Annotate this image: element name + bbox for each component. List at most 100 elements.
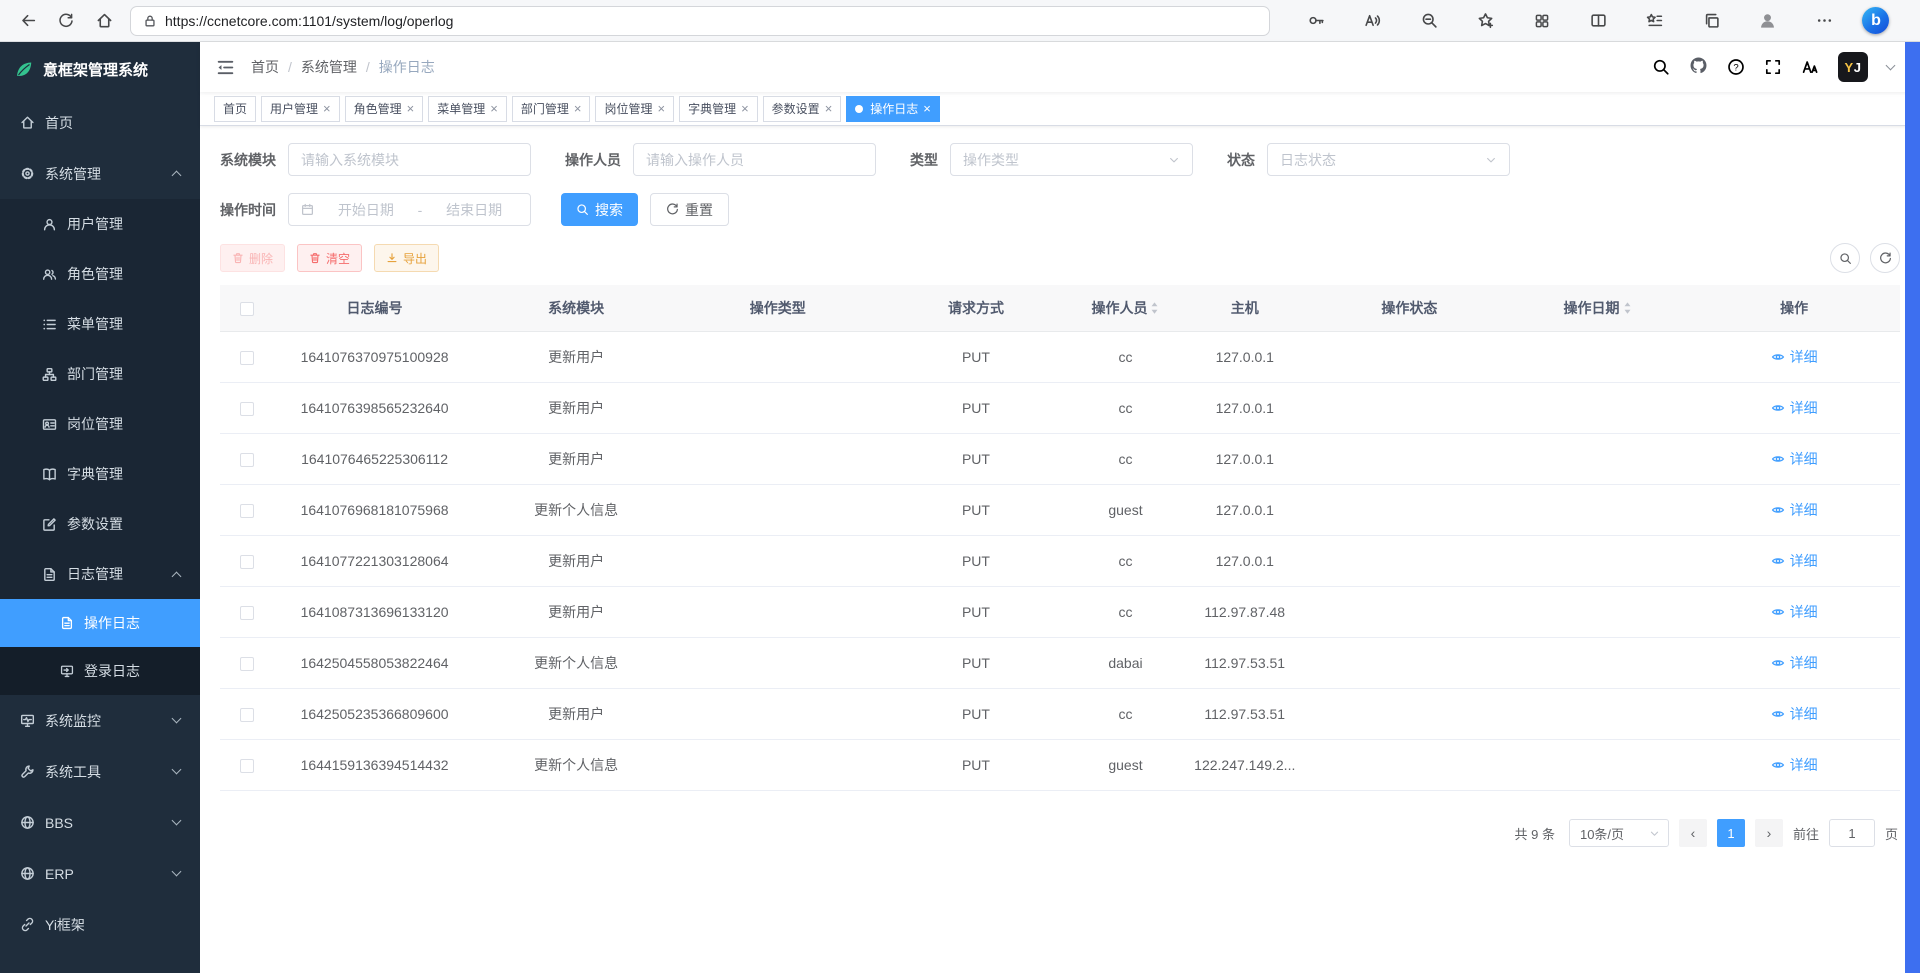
- font-size-button[interactable]: [1801, 58, 1819, 76]
- breadcrumb-system-mgmt[interactable]: 系统管理: [301, 57, 357, 77]
- app-logo[interactable]: 意框架管理系统: [0, 42, 200, 97]
- read-aloud-button[interactable]: [1355, 5, 1391, 37]
- close-tab-icon[interactable]: ×: [574, 102, 582, 115]
- add-favorite-button[interactable]: [1468, 5, 1504, 37]
- sidebar-item-system[interactable]: 系统管理: [0, 148, 200, 199]
- tab-home[interactable]: 首页: [214, 96, 256, 122]
- collections-button[interactable]: [1693, 5, 1729, 37]
- close-tab-icon[interactable]: ×: [657, 102, 665, 115]
- sidebar-item-dict-mgmt[interactable]: 字典管理: [0, 449, 200, 499]
- type-select[interactable]: 操作类型: [950, 143, 1193, 176]
- next-page-button[interactable]: ›: [1755, 819, 1783, 847]
- detail-link[interactable]: 详细: [1771, 704, 1818, 724]
- github-button[interactable]: [1689, 56, 1708, 78]
- sidebar-item-param-settings[interactable]: 参数设置: [0, 499, 200, 549]
- search-button[interactable]: 搜索: [561, 193, 638, 226]
- sidebar-item-log-mgmt[interactable]: 日志管理: [0, 549, 200, 599]
- tab-role-mgmt[interactable]: 角色管理×: [345, 96, 424, 122]
- column-operator[interactable]: 操作人员: [1073, 285, 1177, 332]
- browser-home-button[interactable]: [86, 5, 122, 37]
- row-checkbox[interactable]: [240, 657, 254, 671]
- close-tab-icon[interactable]: ×: [407, 102, 415, 115]
- reset-button[interactable]: 重置: [650, 193, 729, 226]
- favorites-button[interactable]: [1637, 5, 1673, 37]
- sidebar-item-system-tools[interactable]: 系统工具: [0, 746, 200, 797]
- sidebar-item-user-mgmt[interactable]: 用户管理: [0, 199, 200, 249]
- tab-dept-mgmt[interactable]: 部门管理×: [512, 96, 591, 122]
- table-row[interactable]: 1641076370975100928 更新用户 PUT cc 127.0.0.…: [220, 332, 1900, 383]
- zoom-out-button[interactable]: [1411, 5, 1447, 37]
- page-size-select[interactable]: 10条/页: [1569, 819, 1669, 847]
- close-tab-icon[interactable]: ×: [323, 102, 331, 115]
- row-checkbox[interactable]: [240, 555, 254, 569]
- clear-button[interactable]: 清空: [297, 244, 362, 272]
- password-key-button[interactable]: [1298, 5, 1334, 37]
- refresh-table-button[interactable]: [1870, 243, 1900, 273]
- tab-operation-log[interactable]: 操作日志×: [846, 96, 940, 122]
- table-row[interactable]: 1642505235366809600 更新用户 PUT cc 112.97.5…: [220, 689, 1900, 740]
- sidebar-item-bbs[interactable]: BBS: [0, 797, 200, 848]
- toggle-search-button[interactable]: [1830, 243, 1860, 273]
- detail-link[interactable]: 详细: [1771, 347, 1818, 367]
- sort-carets-icon[interactable]: [1623, 301, 1632, 315]
- table-row[interactable]: 1641077221303128064 更新用户 PUT cc 127.0.0.…: [220, 536, 1900, 587]
- extensions-button[interactable]: [1524, 5, 1560, 37]
- table-row[interactable]: 1641076398565232640 更新用户 PUT cc 127.0.0.…: [220, 383, 1900, 434]
- tab-post-mgmt[interactable]: 岗位管理×: [595, 96, 674, 122]
- close-tab-icon[interactable]: ×: [490, 102, 498, 115]
- sidebar-item-post-mgmt[interactable]: 岗位管理: [0, 399, 200, 449]
- sidebar-item-yi-framework[interactable]: Yi框架: [0, 899, 200, 950]
- chevron-down-icon[interactable]: [1886, 60, 1896, 70]
- collapse-sidebar-button[interactable]: [216, 58, 235, 77]
- header-search-button[interactable]: [1652, 58, 1670, 76]
- column-date[interactable]: 操作日期: [1507, 285, 1688, 332]
- table-row[interactable]: 1644159136394514432 更新个人信息 PUT guest 122…: [220, 740, 1900, 791]
- close-tab-icon[interactable]: ×: [923, 102, 931, 115]
- table-row[interactable]: 1642504558053822464 更新个人信息 PUT dabai 112…: [220, 638, 1900, 689]
- detail-link[interactable]: 详细: [1771, 449, 1818, 469]
- module-input[interactable]: [288, 143, 531, 176]
- detail-link[interactable]: 详细: [1771, 755, 1818, 775]
- fullscreen-button[interactable]: [1764, 58, 1782, 76]
- address-bar[interactable]: https://ccnetcore.com:1101/system/log/op…: [130, 6, 1270, 36]
- close-tab-icon[interactable]: ×: [825, 102, 833, 115]
- row-checkbox[interactable]: [240, 402, 254, 416]
- sidebar-item-login-log[interactable]: 登录日志: [0, 647, 200, 695]
- date-range-picker[interactable]: 开始日期 - 结束日期: [288, 193, 531, 226]
- browser-refresh-button[interactable]: [48, 5, 84, 37]
- browser-menu-button[interactable]: [1806, 5, 1842, 37]
- sidebar-item-role-mgmt[interactable]: 角色管理: [0, 249, 200, 299]
- breadcrumb-home[interactable]: 首页: [251, 57, 279, 77]
- help-button[interactable]: ?: [1727, 58, 1745, 76]
- sidebar-item-home[interactable]: 首页: [0, 97, 200, 148]
- page-1-button[interactable]: 1: [1717, 819, 1745, 847]
- sidebar-item-operation-log[interactable]: 操作日志: [0, 599, 200, 647]
- sort-carets-icon[interactable]: [1150, 301, 1159, 315]
- tab-menu-mgmt[interactable]: 菜单管理×: [428, 96, 507, 122]
- sidebar-item-erp[interactable]: ERP: [0, 848, 200, 899]
- detail-link[interactable]: 详细: [1771, 551, 1818, 571]
- row-checkbox[interactable]: [240, 351, 254, 365]
- detail-link[interactable]: 详细: [1771, 602, 1818, 622]
- tab-user-mgmt[interactable]: 用户管理×: [261, 96, 340, 122]
- detail-link[interactable]: 详细: [1771, 398, 1818, 418]
- split-screen-button[interactable]: [1580, 5, 1616, 37]
- operator-input[interactable]: [633, 143, 876, 176]
- user-avatar-logo[interactable]: YJ: [1838, 52, 1868, 82]
- export-button[interactable]: 导出: [374, 244, 439, 272]
- delete-button[interactable]: 删除: [220, 244, 285, 272]
- detail-link[interactable]: 详细: [1771, 653, 1818, 673]
- sidebar-item-system-monitor[interactable]: 系统监控: [0, 695, 200, 746]
- browser-back-button[interactable]: [10, 5, 46, 37]
- tab-dict-mgmt[interactable]: 字典管理×: [679, 96, 758, 122]
- close-tab-icon[interactable]: ×: [741, 102, 749, 115]
- row-checkbox[interactable]: [240, 708, 254, 722]
- browser-profile-button[interactable]: [1750, 5, 1786, 37]
- status-select[interactable]: 日志状态: [1267, 143, 1510, 176]
- row-checkbox[interactable]: [240, 606, 254, 620]
- row-checkbox[interactable]: [240, 453, 254, 467]
- sidebar-item-dept-mgmt[interactable]: 部门管理: [0, 349, 200, 399]
- select-all-checkbox[interactable]: [240, 302, 254, 316]
- table-row[interactable]: 1641076465225306112 更新用户 PUT cc 127.0.0.…: [220, 434, 1900, 485]
- row-checkbox[interactable]: [240, 759, 254, 773]
